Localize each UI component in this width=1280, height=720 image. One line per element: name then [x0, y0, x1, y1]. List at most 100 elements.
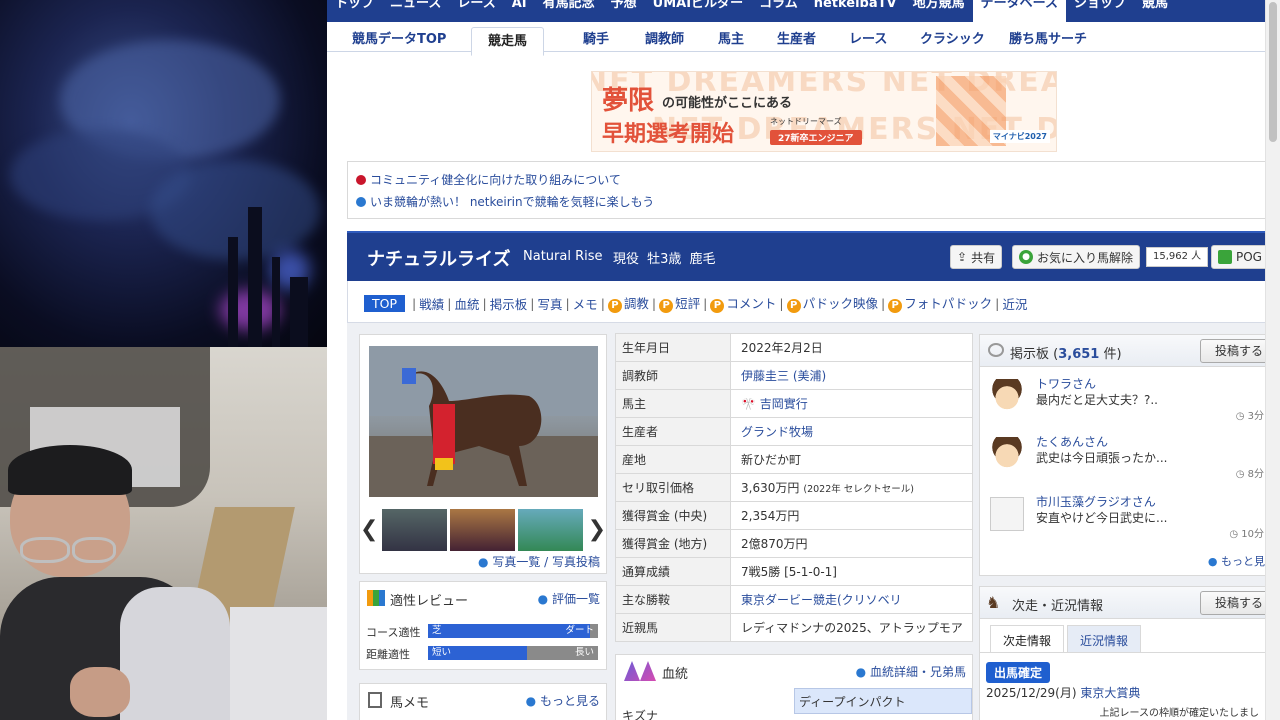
global-nav-item[interactable]: データベース	[972, 0, 1066, 22]
profile-value: 2,354万円	[730, 501, 973, 530]
circle-arrow-icon: ●	[855, 665, 867, 679]
pedigree-grandsire[interactable]: ディープインパクト	[794, 688, 972, 714]
tab-recent-info[interactable]: 近況情報	[1067, 625, 1142, 653]
favorite-count: 15,962 人	[1146, 247, 1209, 267]
bbs-post-author: たくあんさん	[1036, 435, 1109, 449]
notice-item[interactable]: いま競輪が熱い！ netkeirinで競輪を気軽に楽しもう	[356, 193, 654, 210]
tab-separator: |	[482, 295, 487, 311]
bbs-post-author: トワラさん	[1036, 377, 1097, 391]
subnav-breeder[interactable]: 生産者	[777, 28, 816, 47]
horse-tab[interactable]: 掲示板	[490, 294, 528, 313]
prev-photo-icon[interactable]: ❮	[360, 517, 378, 542]
scrollbar-thumb[interactable]	[1269, 2, 1277, 142]
bbs-post-author: 市川玉藻グラジオさん	[1036, 495, 1156, 509]
photo-thumb[interactable]	[518, 509, 583, 551]
profile-value-note: (2022年 セレクトセール)	[803, 484, 914, 495]
horse-tab[interactable]: P 短評	[659, 293, 700, 313]
horse-tab-label: メモ	[572, 296, 598, 312]
global-nav-item[interactable]: 競馬	[1134, 0, 1176, 22]
tab-separator: |	[881, 295, 886, 311]
bbs-post[interactable]: たくあんさん 武史は今日頑張ったか... ◷ 8分	[990, 433, 1266, 489]
aptitude-review-panel: 適性レビュー ● 評価一覧 コース適性 芝 ダート 距離適性 短い 長い	[359, 581, 607, 670]
silks-icon: 🎌	[741, 397, 760, 411]
profile-value[interactable]: 伊藤圭三 (美浦)	[730, 361, 973, 390]
horse-tab-label: フォトパドック	[904, 296, 993, 311]
favorite-remove-button[interactable]: ● お気に入り馬解除	[1012, 245, 1140, 269]
profile-value[interactable]: 🎌 吉岡實行	[730, 389, 973, 418]
global-nav-item[interactable]: レース	[449, 0, 503, 22]
subnav-data-top[interactable]: 競馬データTOP	[352, 28, 446, 47]
profile-value-text: 7戦5勝 [5-1-0-1]	[741, 565, 837, 579]
pedigree-detail-link[interactable]: ● 血統詳細・兄弟馬	[856, 663, 966, 680]
pog-button[interactable]: POG	[1211, 245, 1271, 269]
webcam-feed	[0, 347, 327, 720]
bbs-more-link[interactable]: ● もっと見	[1208, 553, 1265, 569]
circle-arrow-icon: ●	[478, 555, 489, 569]
bbs-post-time-text: 10分	[1241, 529, 1264, 540]
bbs-post[interactable]: 市川玉藻グラジオさん 安直やけど今日武史に... ◷ 10分	[990, 493, 1266, 549]
subnav-winner-search[interactable]: 勝ち馬サーチ	[1009, 28, 1087, 47]
circle-arrow-icon: ●	[1207, 555, 1218, 568]
profile-key: セリ取引価格	[615, 473, 731, 502]
photo-thumb[interactable]	[382, 509, 447, 551]
profile-key: 通算成績	[615, 557, 731, 586]
horse-tab[interactable]: 近況	[1002, 294, 1027, 313]
global-nav-item[interactable]: ニュース	[382, 0, 449, 22]
notice-item[interactable]: コミュニティ健全化に向けた取り組みについて	[356, 171, 621, 188]
memo-more-link[interactable]: ● もっと見る	[526, 692, 600, 709]
pedigree-sire[interactable]: キズナ	[622, 707, 658, 720]
global-nav-item[interactable]: UMAIビルダー	[645, 0, 751, 22]
pog-icon	[1218, 250, 1232, 264]
horse-tab[interactable]: 血統	[454, 294, 479, 313]
global-nav-item[interactable]: netkeibaTV	[806, 0, 905, 22]
scrollbar[interactable]	[1265, 0, 1280, 720]
profile-value[interactable]: 東京ダービー競走(クリソベリ	[730, 585, 973, 614]
next-race-info: 2025/12/29(月) 東京大賞典	[986, 684, 1140, 701]
subnav-trainer[interactable]: 調教師	[645, 28, 684, 47]
horse-tab[interactable]: P 調教	[607, 293, 649, 313]
profile-value-text: レディマドンナの2025、アトラップモア	[741, 621, 963, 635]
horse-tab[interactable]: P パドック映像	[786, 293, 878, 313]
profile-value[interactable]: グランド牧場	[730, 417, 973, 446]
subnav-race[interactable]: レース	[849, 28, 887, 47]
tab-next-race[interactable]: 次走情報	[990, 625, 1065, 653]
bbs-more-label: もっと見	[1221, 555, 1265, 568]
bbs-panel: 掲示板 (3,651 件) 投稿する トワラさん 最内だと足大丈夫？?.. ◷ …	[979, 334, 1279, 576]
review-title: 適性レビュー	[390, 594, 469, 609]
tab-divider	[980, 652, 1266, 653]
bbs-post-time-text: 8分	[1247, 469, 1264, 480]
horse-photo[interactable]	[369, 346, 598, 497]
recruit-ad-banner[interactable]: NET DREAMERS NET DREAMERS NET DREAMERS N…	[591, 71, 1057, 152]
bbs-header: 掲示板 (3,651 件) 投稿する	[980, 335, 1279, 367]
horse-tab[interactable]: P コメント	[710, 293, 776, 313]
profile-row: 生年月日 2022年2月2日	[615, 333, 973, 362]
share-button[interactable]: ⇪ 共有	[950, 245, 1003, 269]
horse-tab[interactable]: TOP	[364, 294, 406, 312]
next-photo-icon[interactable]: ❯	[588, 517, 606, 542]
horse-tab[interactable]: P フォトパドック	[888, 293, 992, 313]
horse-tab[interactable]: 写真	[537, 294, 562, 313]
global-nav-item[interactable]: コラム	[751, 0, 806, 22]
global-nav-item[interactable]: ショップ	[1066, 0, 1134, 22]
next-race-name[interactable]: 東京大賞典	[1080, 686, 1140, 700]
subnav-horse[interactable]: 競走馬	[471, 27, 545, 56]
review-list-link[interactable]: ● 評価一覧	[538, 590, 600, 607]
global-nav-item[interactable]: 地方競馬	[905, 0, 973, 22]
horse-tab-label: 戦績	[419, 296, 445, 312]
subnav-classic[interactable]: クラシック	[920, 28, 985, 47]
horse-tab[interactable]: メモ	[573, 294, 598, 313]
horse-header: ナチュラルライズ Natural Rise 現役 牡3歳 鹿毛 ⇪ 共有 ● お…	[347, 231, 1271, 281]
global-nav-item[interactable]: 有馬記念	[535, 0, 603, 22]
photo-thumb[interactable]	[450, 509, 515, 551]
photo-list-link[interactable]: ● 写真一覧 / 写真投稿	[478, 553, 600, 570]
global-nav-item[interactable]: AI	[504, 0, 535, 22]
tab-separator: |	[703, 295, 708, 311]
global-nav-item[interactable]: 予想	[603, 0, 645, 22]
subnav-owner[interactable]: 馬主	[718, 28, 744, 47]
bbs-post[interactable]: トワラさん 最内だと足大丈夫？?.. ◷ 3分	[990, 375, 1266, 431]
horse-tab[interactable]: 戦績	[419, 294, 444, 313]
subnav-jockey[interactable]: 騎手	[583, 28, 609, 47]
profile-value-text: 2,354万円	[741, 509, 800, 523]
global-nav-item[interactable]: トップ	[327, 0, 382, 22]
chart-bars-icon	[367, 590, 385, 606]
